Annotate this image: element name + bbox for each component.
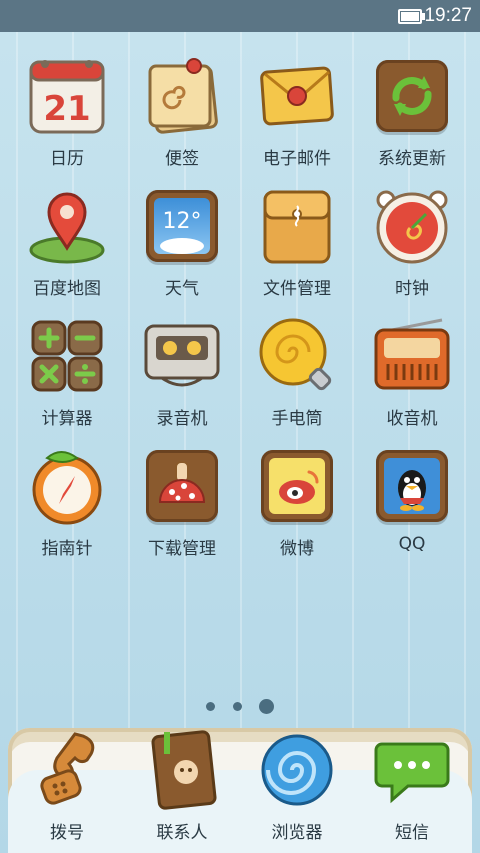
email-icon (257, 56, 337, 136)
app-clock[interactable]: 时钟 (357, 186, 467, 299)
compass-icon (27, 446, 107, 526)
app-qq[interactable]: QQ (357, 446, 467, 554)
dock-phone[interactable]: 拨号 (12, 730, 122, 843)
dock-contacts[interactable]: 联系人 (127, 730, 237, 843)
app-label: 计算器 (41, 409, 93, 429)
app-recorder[interactable]: 录音机 (127, 316, 237, 429)
app-download-manager[interactable]: 下载管理 (127, 446, 237, 559)
contacts-book-icon (142, 730, 222, 810)
calculator-icon (27, 316, 107, 396)
app-label: 时钟 (395, 279, 429, 299)
notes-icon (142, 56, 222, 136)
app-label: QQ (398, 534, 426, 554)
weibo-icon (257, 446, 337, 526)
app-calculator[interactable]: 计算器 (12, 316, 122, 429)
phone-icon (27, 730, 107, 810)
app-notes[interactable]: 便签 (127, 56, 237, 169)
status-time: 19:27 (424, 5, 472, 26)
dock-label: 联系人 (156, 823, 208, 843)
app-file-manager[interactable]: 文件管理 (242, 186, 352, 299)
message-bubble-icon (372, 730, 452, 810)
app-label: 收音机 (386, 409, 438, 429)
app-flashlight[interactable]: 手电筒 (242, 316, 352, 429)
app-label: 系统更新 (378, 149, 446, 169)
app-label: 下载管理 (148, 539, 216, 559)
app-label: 便签 (165, 149, 199, 169)
flashlight-bulb-icon (257, 316, 337, 396)
dock-label: 短信 (395, 823, 429, 843)
app-system-update[interactable]: 系统更新 (357, 56, 467, 169)
dock-messages[interactable]: 短信 (357, 730, 467, 843)
weather-temp: 12° (163, 209, 202, 234)
page-dot-active[interactable] (258, 699, 274, 714)
app-weibo[interactable]: 微博 (242, 446, 352, 559)
dock-browser[interactable]: 浏览器 (242, 730, 352, 843)
map-pin-icon (27, 186, 107, 266)
clock-icon (372, 186, 452, 266)
app-label: 天气 (165, 279, 199, 299)
radio-icon (372, 316, 452, 396)
browser-icon (257, 730, 337, 810)
calendar-date: 21 (43, 89, 90, 129)
folder-icon (257, 186, 337, 266)
dock-label: 浏览器 (271, 823, 323, 843)
app-label: 微博 (280, 539, 314, 559)
app-label: 手电筒 (271, 409, 323, 429)
app-compass[interactable]: 指南针 (12, 446, 122, 559)
status-bar: 19:27 (0, 0, 480, 32)
download-mushroom-icon (142, 446, 222, 526)
app-email[interactable]: 电子邮件 (242, 56, 352, 169)
app-label: 电子邮件 (263, 149, 331, 169)
qq-penguin-icon (372, 446, 452, 526)
calendar-icon: 21 (27, 56, 107, 136)
page-dot[interactable] (206, 702, 216, 711)
app-label: 百度地图 (33, 279, 101, 299)
app-calendar[interactable]: 21 日历 (12, 56, 122, 169)
dock-label: 拨号 (50, 823, 84, 843)
battery-icon (398, 9, 425, 24)
weather-icon: 12° (142, 186, 222, 266)
app-label: 录音机 (156, 409, 208, 429)
system-update-icon (372, 56, 452, 136)
app-label: 文件管理 (263, 279, 331, 299)
page-indicator[interactable] (0, 696, 480, 714)
app-baidu-map[interactable]: 百度地图 (12, 186, 122, 299)
app-radio[interactable]: 收音机 (357, 316, 467, 429)
cassette-icon (142, 316, 222, 396)
app-weather[interactable]: 12° 天气 (127, 186, 237, 299)
app-label: 指南针 (41, 539, 93, 559)
app-label: 日历 (50, 149, 84, 169)
page-dot[interactable] (232, 702, 242, 711)
